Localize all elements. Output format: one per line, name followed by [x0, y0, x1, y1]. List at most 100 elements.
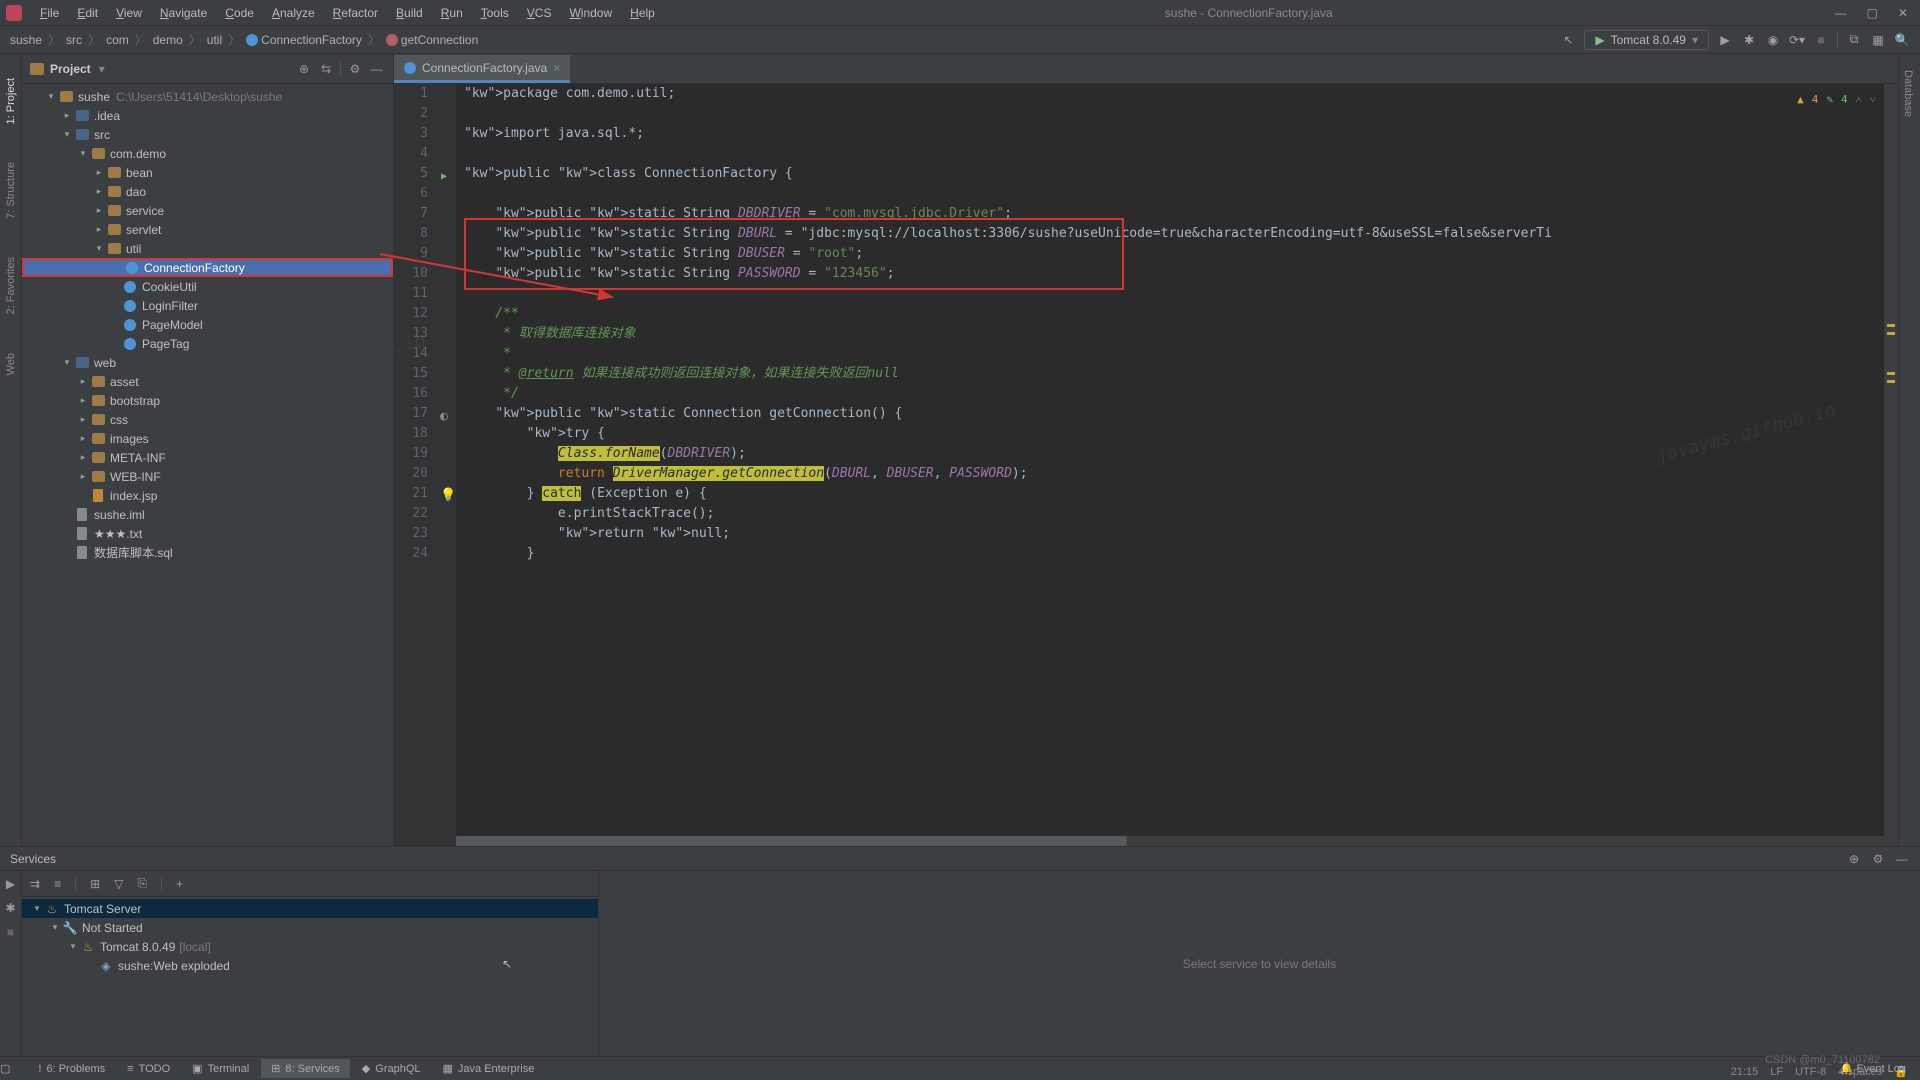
group-icon[interactable]: ⊞ [90, 877, 100, 891]
tree-mode-icon[interactable]: ⇉ [30, 877, 40, 891]
tree-item--sql[interactable]: 数据库脚本.sql [22, 543, 393, 562]
close-icon[interactable]: ✕ [1898, 6, 1908, 20]
gear-icon[interactable]: ⚙ [1870, 851, 1886, 867]
tree-item-web[interactable]: ▾web [22, 353, 393, 372]
run-config-selector[interactable]: ▶ Tomcat 8.0.49 ▾ [1584, 30, 1709, 50]
tree-item-meta-inf[interactable]: ▸META-INF [22, 448, 393, 467]
services-tree[interactable]: ↖ ▾♨Tomcat Server▾🔧Not Started▾♨Tomcat 8… [22, 897, 598, 1056]
breadcrumb-item[interactable]: util [207, 33, 222, 47]
project-title[interactable]: Project [50, 62, 91, 76]
tree-item-loginfilter[interactable]: LoginFilter [22, 296, 393, 315]
tree-item-pagemodel[interactable]: PageModel [22, 315, 393, 334]
breadcrumb-item[interactable]: ConnectionFactory [246, 33, 362, 47]
service-item[interactable]: ▾🔧Not Started [22, 918, 598, 937]
coverage-icon[interactable]: ◉ [1765, 32, 1781, 48]
hide-icon[interactable]: — [1894, 851, 1910, 867]
bottom-tab-javaenterprise[interactable]: ▦Java Enterprise [433, 1059, 545, 1078]
tree-item-com-demo[interactable]: ▾com.demo [22, 144, 393, 163]
tree-item-sushe[interactable]: ▾susheC:\Users\51414\Desktop\sushe [22, 87, 393, 106]
encoding[interactable]: UTF-8 [1795, 1066, 1826, 1078]
project-tree[interactable]: ▾susheC:\Users\51414\Desktop\sushe▸.idea… [22, 84, 393, 846]
breadcrumb-item[interactable]: com [106, 33, 129, 47]
service-item[interactable]: ▾♨Tomcat 8.0.49[local] [22, 937, 598, 956]
caret-position[interactable]: 21:15 [1731, 1066, 1759, 1078]
gutter-marks[interactable]: ▶◐💡 [438, 84, 456, 846]
tool-tab-favorites[interactable]: 2: Favorites [5, 253, 17, 318]
bottom-tab-todo[interactable]: ≡TODO [117, 1059, 180, 1078]
breadcrumb-item[interactable]: getConnection [386, 33, 478, 47]
search-icon[interactable]: 🔍 [1894, 32, 1910, 48]
tool-tab-project[interactable]: 1: Project [5, 74, 17, 128]
dropdown-icon[interactable]: ▾ [99, 62, 105, 76]
tree-item-pagetag[interactable]: PageTag [22, 334, 393, 353]
menu-window[interactable]: Window [561, 3, 620, 23]
breadcrumb-item[interactable]: src [66, 33, 82, 47]
menu-build[interactable]: Build [388, 3, 431, 23]
menu-refactor[interactable]: Refactor [325, 3, 386, 23]
filter-icon[interactable]: ▽ [114, 877, 123, 891]
build-hammer-icon[interactable]: ↖ [1560, 32, 1576, 48]
menu-run[interactable]: Run [433, 3, 471, 23]
tree-item-css[interactable]: ▸css [22, 410, 393, 429]
debug-icon[interactable]: ✱ [1741, 32, 1757, 48]
hide-icon[interactable]: — [369, 61, 385, 77]
debug-icon[interactable]: ✱ [4, 901, 18, 915]
bottom-tab-terminal[interactable]: ▣Terminal [182, 1059, 259, 1078]
error-stripe[interactable] [1884, 84, 1898, 846]
menu-file[interactable]: File [32, 3, 67, 23]
next-issue-icon[interactable]: ˅ [1870, 90, 1876, 110]
editor-tab[interactable]: ConnectionFactory.java × [394, 55, 570, 83]
tree-item-cookieutil[interactable]: CookieUtil [22, 277, 393, 296]
menu-analyze[interactable]: Analyze [264, 3, 323, 23]
tree-item-sushe-iml[interactable]: sushe.iml [22, 505, 393, 524]
code-editor[interactable]: 123456789101112131415161718192021222324 … [394, 84, 1898, 846]
tree-item-service[interactable]: ▸service [22, 201, 393, 220]
menu-help[interactable]: Help [622, 3, 663, 23]
sync-icon[interactable]: ▦ [1870, 32, 1886, 48]
tree-item-dao[interactable]: ▸dao [22, 182, 393, 201]
stop-icon[interactable]: ■ [4, 925, 18, 939]
profile-icon[interactable]: ⟳▾ [1789, 32, 1805, 48]
bottom-tab-problems[interactable]: !6: Problems [28, 1059, 115, 1078]
bottom-tab-services[interactable]: ⊞8: Services [261, 1059, 350, 1078]
tool-tab-structure[interactable]: 7: Structure [5, 158, 17, 223]
menu-edit[interactable]: Edit [69, 3, 106, 23]
menu-vcs[interactable]: VCS [519, 3, 560, 23]
list-mode-icon[interactable]: ≡ [54, 877, 61, 891]
breadcrumb-item[interactable]: demo [153, 33, 183, 47]
gear-icon[interactable]: ⚙ [347, 61, 363, 77]
tree-item-index-jsp[interactable]: index.jsp [22, 486, 393, 505]
indent[interactable]: 4 spaces [1838, 1066, 1882, 1078]
tree-item-servlet[interactable]: ▸servlet [22, 220, 393, 239]
line-gutter[interactable]: 123456789101112131415161718192021222324 [394, 84, 438, 846]
tree-item--idea[interactable]: ▸.idea [22, 106, 393, 125]
breadcrumb-item[interactable]: sushe [10, 33, 42, 47]
minimize-icon[interactable]: — [1835, 6, 1847, 20]
git-branch-icon[interactable]: ⧉ [1846, 32, 1862, 48]
tab-close-icon[interactable]: × [553, 61, 560, 75]
tree-item-src[interactable]: ▾src [22, 125, 393, 144]
service-item[interactable]: ▾♨Tomcat Server [22, 899, 598, 918]
horizontal-scrollbar[interactable] [456, 836, 1884, 846]
run-icon[interactable]: ▶ [4, 877, 18, 891]
tree-item-images[interactable]: ▸images [22, 429, 393, 448]
tree-item--txt[interactable]: ★★★.txt [22, 524, 393, 543]
tree-item-connectionfactory[interactable]: ConnectionFactory [22, 258, 393, 277]
tree-item-bootstrap[interactable]: ▸bootstrap [22, 391, 393, 410]
target-icon[interactable]: ⊕ [1846, 851, 1862, 867]
add-icon[interactable]: + [176, 877, 183, 891]
hide-toolwindows-icon[interactable]: ▢ [0, 1062, 10, 1075]
expand-icon[interactable]: ⇆ [318, 61, 334, 77]
bottom-tab-graphql[interactable]: ◆GraphQL [352, 1059, 431, 1078]
tree-item-bean[interactable]: ▸bean [22, 163, 393, 182]
breadcrumb[interactable]: sushe〉src〉com〉demo〉util〉ConnectionFactor… [0, 31, 478, 48]
maximize-icon[interactable]: ▢ [1867, 6, 1878, 20]
tree-item-util[interactable]: ▾util [22, 239, 393, 258]
warning-icon[interactable]: ▲ [1797, 90, 1804, 110]
tool-tab-database[interactable]: Database [1899, 54, 1917, 133]
menu-view[interactable]: View [108, 3, 150, 23]
readonly-lock-icon[interactable]: 🔒 [1894, 1065, 1908, 1078]
run-icon[interactable]: ▶ [1717, 32, 1733, 48]
line-separator[interactable]: LF [1770, 1066, 1783, 1078]
stop-icon[interactable]: ■ [1813, 32, 1829, 48]
